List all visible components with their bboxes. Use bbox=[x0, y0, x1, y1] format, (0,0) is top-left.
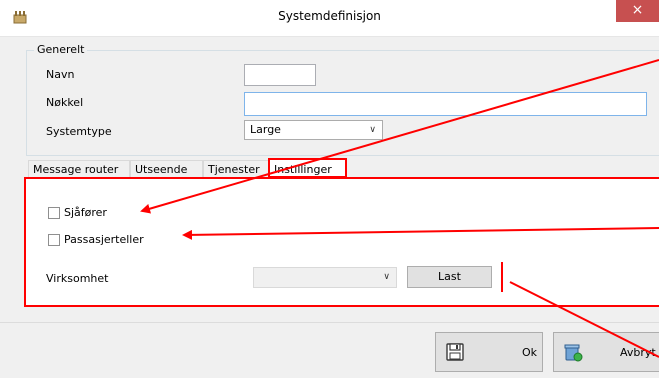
recycle-bin-icon bbox=[564, 344, 583, 362]
name-field[interactable] bbox=[244, 64, 316, 86]
chevron-down-icon: ∨ bbox=[369, 125, 376, 135]
title-bar: Systemdefinisjon × bbox=[0, 0, 659, 37]
window-title: Systemdefinisjon bbox=[278, 9, 381, 23]
cancel-button[interactable]: Avbryt bbox=[553, 332, 659, 372]
driver-label: Sjåfører bbox=[64, 206, 107, 219]
tab-utseende[interactable]: Utseende bbox=[130, 160, 203, 177]
close-button[interactable]: × bbox=[616, 0, 659, 22]
tab-message-router[interactable]: Message router bbox=[28, 160, 130, 177]
key-field[interactable] bbox=[244, 92, 647, 116]
passenger-counter-label: Passasjerteller bbox=[64, 233, 144, 246]
chevron-down-icon: ∨ bbox=[383, 272, 390, 282]
tab-instillinger[interactable]: Instillinger bbox=[268, 158, 347, 178]
floppy-disk-icon bbox=[446, 343, 464, 361]
load-button[interactable]: Last bbox=[407, 266, 492, 288]
ok-button[interactable]: Ok bbox=[435, 332, 543, 372]
passenger-counter-checkbox[interactable] bbox=[48, 234, 60, 246]
tab-tjenester[interactable]: Tjenester bbox=[203, 160, 269, 177]
key-label: Nøkkel bbox=[46, 96, 84, 109]
business-dropdown[interactable]: ∨ bbox=[253, 267, 397, 288]
systemtype-dropdown[interactable]: Large ∨ bbox=[244, 120, 383, 140]
name-label: Navn bbox=[46, 68, 75, 81]
close-icon: × bbox=[631, 2, 644, 18]
business-label: Virksomhet bbox=[46, 272, 109, 285]
systemtype-value: Large bbox=[250, 123, 281, 136]
driver-checkbox[interactable] bbox=[48, 207, 60, 219]
dialog-window: Systemdefinisjon × Generelt Navn Nøkkel … bbox=[0, 0, 659, 378]
general-group-label: Generelt bbox=[34, 43, 88, 56]
systemtype-label: Systemtype bbox=[46, 125, 112, 138]
